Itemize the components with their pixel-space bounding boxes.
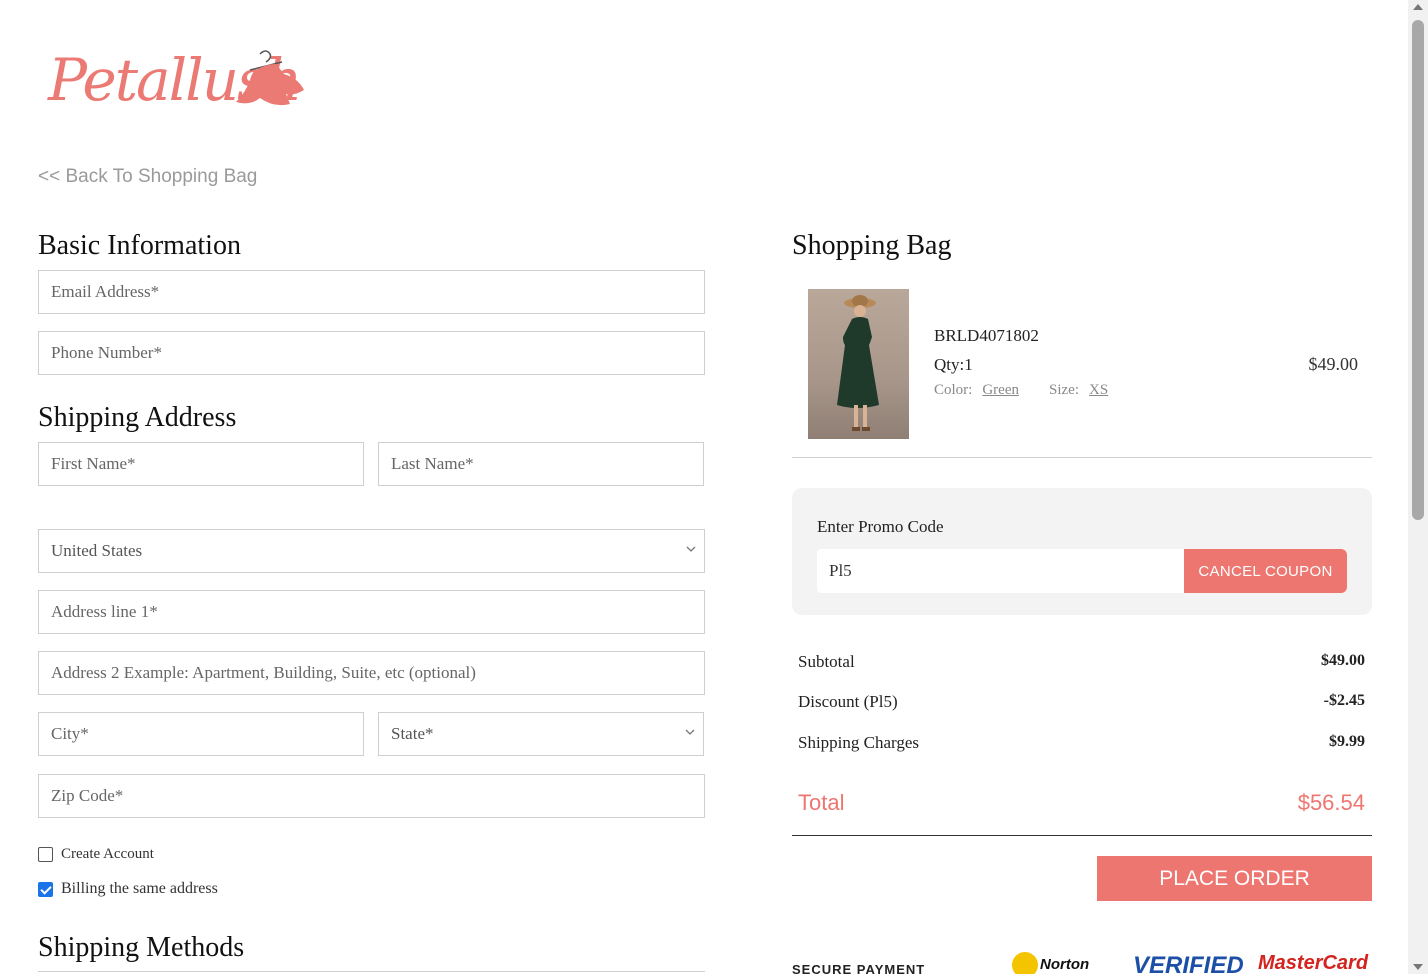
brand-logo[interactable]: Petallush	[44, 44, 314, 124]
discount-row: Discount (Pl5) -$2.45	[798, 692, 1365, 712]
cancel-coupon-button[interactable]: CANCEL COUPON	[1184, 549, 1347, 593]
color-value-link[interactable]: Green	[982, 382, 1019, 398]
product-attributes: Color: Green Size: XS	[934, 382, 1108, 399]
shipping-methods-heading: Shipping Methods	[38, 932, 245, 963]
zip-field[interactable]	[38, 774, 705, 818]
billing-same-label: Billing the same address	[61, 880, 218, 897]
dress-hanger-icon	[236, 50, 304, 106]
discount-value: -$2.45	[1323, 692, 1365, 709]
basic-info-heading: Basic Information	[38, 230, 241, 261]
size-label: Size:	[1049, 382, 1079, 398]
bag-divider	[792, 457, 1372, 458]
create-account-label: Create Account	[61, 846, 154, 862]
state-select[interactable]: State*	[378, 712, 704, 756]
address2-field[interactable]	[38, 651, 705, 695]
phone-input[interactable]	[51, 343, 692, 363]
country-selected-value: United States	[51, 541, 143, 560]
shipping-charges-value: $9.99	[1329, 733, 1365, 750]
address2-input[interactable]	[51, 663, 692, 683]
create-account-option[interactable]: Create Account	[38, 846, 154, 863]
city-field[interactable]	[38, 712, 364, 756]
shopping-bag-heading: Shopping Bag	[792, 230, 952, 261]
zip-input[interactable]	[51, 786, 692, 806]
subtotal-label: Subtotal	[798, 652, 855, 671]
scroll-down-arrow-icon[interactable]	[1413, 964, 1423, 970]
create-account-checkbox[interactable]	[38, 847, 53, 862]
email-input[interactable]	[51, 282, 692, 302]
billing-same-checkbox[interactable]	[38, 881, 53, 897]
norton-badge: Norton	[1012, 952, 1089, 974]
scroll-up-arrow-icon[interactable]	[1413, 4, 1423, 10]
product-color: Color: Green	[934, 382, 1019, 399]
shipping-charges-label: Shipping Charges	[798, 733, 920, 752]
size-value-link[interactable]: XS	[1089, 382, 1108, 398]
scrollbar-thumb[interactable]	[1412, 20, 1424, 520]
product-price: $49.00	[1308, 354, 1359, 374]
product-sku: BRLD4071802	[934, 326, 1039, 345]
chevron-down-icon	[685, 729, 695, 735]
first-name-field[interactable]	[38, 442, 364, 486]
chevron-down-icon	[686, 546, 696, 552]
page-scrollbar[interactable]	[1408, 0, 1428, 974]
norton-check-icon	[1012, 952, 1038, 974]
dress-model-graphic	[837, 295, 879, 431]
verified-badge: VERIFIED	[1133, 952, 1244, 974]
place-order-button[interactable]: PLACE ORDER	[1097, 856, 1372, 901]
discount-label: Discount (Pl5)	[798, 692, 898, 711]
product-size: Size: XS	[1049, 382, 1108, 399]
city-input[interactable]	[51, 724, 351, 744]
product-qty: Qty:1	[934, 355, 973, 374]
first-name-input[interactable]	[51, 454, 351, 474]
email-field[interactable]	[38, 270, 705, 314]
subtotal-row: Subtotal $49.00	[798, 652, 1365, 672]
total-value: $56.54	[1297, 790, 1365, 815]
total-divider	[792, 835, 1372, 836]
billing-same-option[interactable]: Billing the same address	[38, 880, 218, 898]
total-label: Total	[798, 790, 845, 815]
last-name-field[interactable]	[378, 442, 704, 486]
mastercard-badge: MasterCard	[1258, 952, 1369, 974]
shipping-address-heading: Shipping Address	[38, 402, 237, 433]
secure-payment-text: SECURE PAYMENT	[792, 962, 926, 974]
shipping-methods-divider	[38, 971, 705, 972]
product-image[interactable]	[808, 289, 909, 439]
norton-text: Norton	[1040, 955, 1090, 973]
color-label: Color:	[934, 382, 973, 398]
promo-label: Enter Promo Code	[817, 517, 944, 536]
back-to-bag-link[interactable]: << Back To Shopping Bag	[38, 166, 257, 188]
subtotal-value: $49.00	[1321, 652, 1365, 669]
address1-input[interactable]	[51, 602, 692, 622]
state-selected-value: State*	[391, 724, 434, 743]
address1-field[interactable]	[38, 590, 705, 634]
promo-code-input[interactable]: Pl5	[817, 549, 1185, 593]
country-select[interactable]: United States	[38, 529, 705, 573]
shipping-charges-row: Shipping Charges $9.99	[798, 733, 1365, 753]
promo-panel: Enter Promo Code Pl5 CANCEL COUPON	[792, 488, 1372, 615]
phone-field[interactable]	[38, 331, 705, 375]
total-row: Total $56.54	[798, 790, 1365, 816]
last-name-input[interactable]	[391, 454, 691, 474]
